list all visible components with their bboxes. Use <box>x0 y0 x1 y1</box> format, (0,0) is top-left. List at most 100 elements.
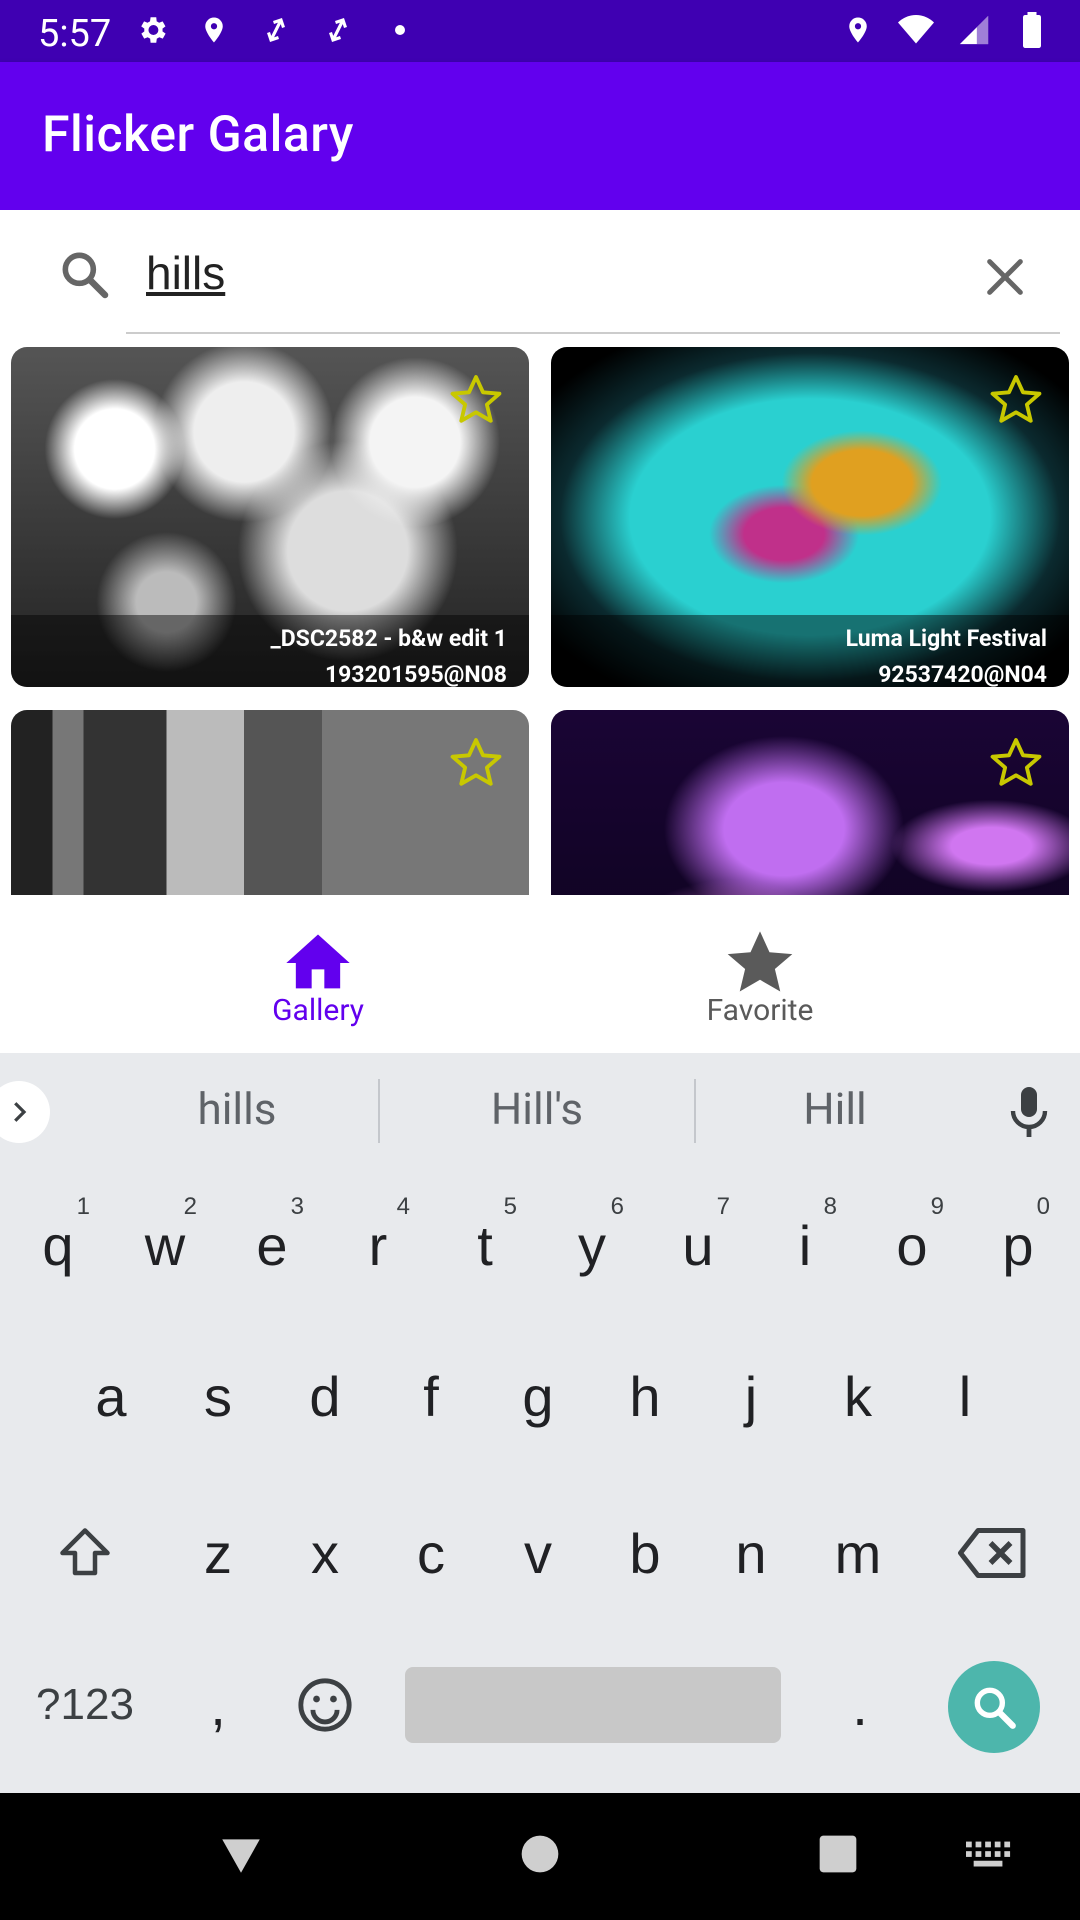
key-x[interactable]: x <box>275 1493 375 1613</box>
system-navigation-bar <box>0 1793 1080 1920</box>
key-y[interactable]: y6 <box>542 1185 642 1305</box>
key-s[interactable]: s <box>168 1336 268 1456</box>
key-c[interactable]: c <box>381 1493 481 1613</box>
key-label: e <box>256 1213 288 1277</box>
key-hint: 0 <box>1036 1193 1050 1220</box>
key-v[interactable]: v <box>488 1493 588 1613</box>
key-label: p <box>1002 1213 1034 1277</box>
settings-icon <box>134 12 170 48</box>
location-icon <box>840 12 876 48</box>
key-p[interactable]: p0 <box>968 1185 1068 1305</box>
close-icon[interactable] <box>982 254 1028 300</box>
favorite-star-icon[interactable] <box>447 371 505 429</box>
key-hint: 8 <box>823 1193 837 1220</box>
key-u[interactable]: u7 <box>648 1185 748 1305</box>
key-label: o <box>896 1213 928 1277</box>
suggestion-2[interactable]: Hill's <box>412 1083 662 1135</box>
key-m[interactable]: m <box>808 1493 908 1613</box>
key-r[interactable]: r4 <box>328 1185 428 1305</box>
key-g[interactable]: g <box>488 1336 588 1456</box>
key-hint: 9 <box>930 1193 944 1220</box>
key-w[interactable]: w2 <box>115 1185 215 1305</box>
key-i[interactable]: i8 <box>755 1185 855 1305</box>
back-icon[interactable] <box>216 1829 266 1883</box>
wifi-icon <box>898 12 934 48</box>
photo-card[interactable] <box>551 710 1069 895</box>
key-hint: 5 <box>503 1193 517 1220</box>
photo-grid: _DSC2582 - b&w edit 1 193201595@N08 Luma… <box>0 340 1080 895</box>
photo-title: _DSC2582 - b&w edit 1 <box>270 625 508 652</box>
nav-item-gallery[interactable]: Gallery <box>168 925 468 1028</box>
key-z[interactable]: z <box>168 1493 268 1613</box>
photo-card[interactable] <box>11 710 529 895</box>
key-hint: 4 <box>396 1193 410 1220</box>
symbols-key[interactable]: ?123 <box>30 1645 140 1765</box>
photo-caption: _DSC2582 - b&w edit 1 193201595@N08 <box>11 615 529 687</box>
sync-icon <box>258 12 294 48</box>
period-key[interactable]: . <box>810 1645 910 1765</box>
key-d[interactable]: d <box>275 1336 375 1456</box>
search-icon <box>56 246 112 302</box>
keyboard-switch-icon[interactable] <box>966 1841 1012 1873</box>
favorite-star-icon[interactable] <box>987 734 1045 792</box>
star-icon <box>727 931 793 992</box>
suggestion-1[interactable]: hills <box>112 1083 362 1135</box>
key-j[interactable]: j <box>701 1336 801 1456</box>
recents-icon[interactable] <box>816 1829 860 1883</box>
photo-card[interactable]: _DSC2582 - b&w edit 1 193201595@N08 <box>11 347 529 687</box>
divider <box>378 1079 380 1143</box>
sync-icon <box>320 12 356 48</box>
key-f[interactable]: f <box>381 1336 481 1456</box>
key-hint: 2 <box>183 1193 197 1220</box>
search-input[interactable] <box>146 238 966 308</box>
key-hint: 3 <box>290 1193 304 1220</box>
key-l[interactable]: l <box>915 1336 1015 1456</box>
backspace-key[interactable] <box>943 1493 1043 1613</box>
dot-icon <box>382 12 418 48</box>
key-n[interactable]: n <box>701 1493 801 1613</box>
comma-key[interactable]: , <box>168 1645 268 1765</box>
app-title: Flicker Galary <box>42 106 354 164</box>
key-label: r <box>368 1213 388 1277</box>
suggestion-strip: hills Hill's Hill <box>0 1053 1080 1169</box>
key-label: i <box>798 1213 812 1277</box>
chevron-right-icon[interactable] <box>0 1081 50 1143</box>
key-a[interactable]: a <box>61 1336 161 1456</box>
photo-owner: 92537420@N04 <box>878 661 1047 687</box>
key-o[interactable]: o9 <box>862 1185 962 1305</box>
backspace-icon <box>958 1528 1026 1578</box>
key-label: q <box>42 1213 74 1277</box>
photo-title: Luma Light Festival <box>845 625 1047 652</box>
key-label: t <box>477 1213 493 1277</box>
photo-owner: 193201595@N08 <box>324 661 507 687</box>
key-b[interactable]: b <box>595 1493 695 1613</box>
key-label: u <box>682 1213 714 1277</box>
key-hint: 7 <box>716 1193 730 1220</box>
location-icon <box>196 12 232 48</box>
signal-icon <box>956 12 992 48</box>
shift-key[interactable] <box>35 1493 135 1613</box>
favorite-star-icon[interactable] <box>987 371 1045 429</box>
space-key[interactable] <box>405 1667 781 1743</box>
key-h[interactable]: h <box>595 1336 695 1456</box>
home-button-icon[interactable] <box>518 1829 562 1883</box>
app-bar: Flicker Galary <box>0 62 1080 210</box>
emoji-icon <box>298 1678 352 1732</box>
key-q[interactable]: q1 <box>8 1185 108 1305</box>
key-k[interactable]: k <box>808 1336 908 1456</box>
nav-label-gallery: Gallery <box>272 993 364 1028</box>
divider <box>694 1079 696 1143</box>
emoji-key[interactable] <box>275 1645 375 1765</box>
battery-icon <box>1014 12 1050 48</box>
key-t[interactable]: t5 <box>435 1185 535 1305</box>
key-hint: 1 <box>76 1193 90 1220</box>
search-action-key[interactable] <box>948 1661 1040 1753</box>
favorite-star-icon[interactable] <box>447 734 505 792</box>
search-underline <box>126 332 1060 334</box>
microphone-icon[interactable] <box>1004 1085 1054 1141</box>
key-hint: 6 <box>610 1193 624 1220</box>
suggestion-3[interactable]: Hill <box>710 1083 960 1135</box>
key-e[interactable]: e3 <box>222 1185 322 1305</box>
photo-card[interactable]: Luma Light Festival 92537420@N04 <box>551 347 1069 687</box>
nav-item-favorite[interactable]: Favorite <box>610 925 910 1028</box>
